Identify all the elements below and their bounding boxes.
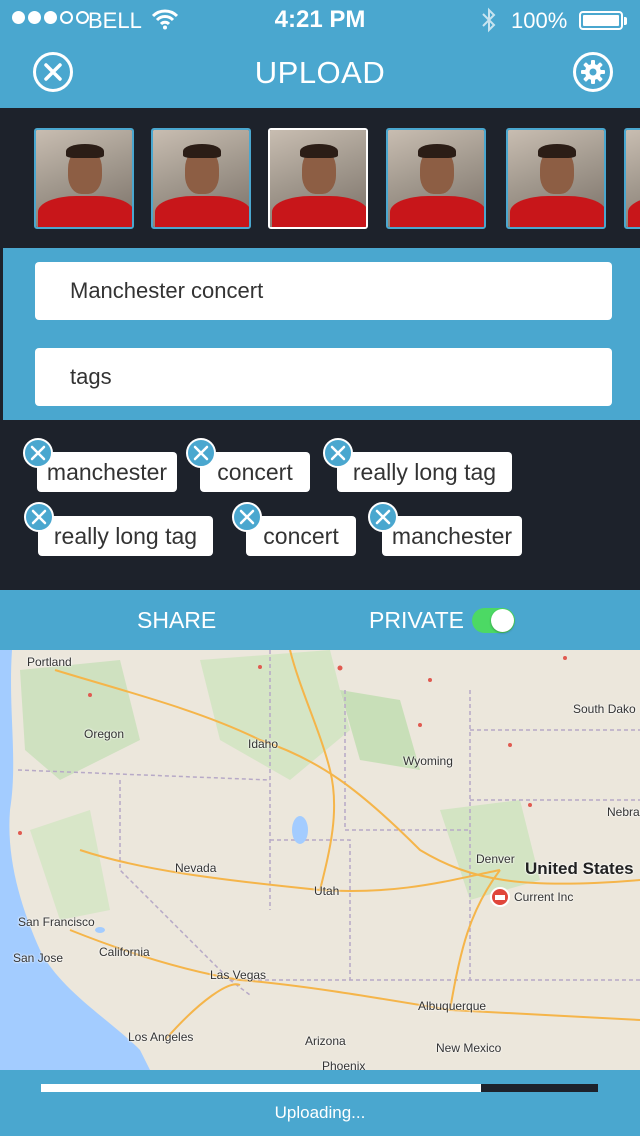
title-input[interactable] (35, 262, 612, 320)
bluetooth-icon (481, 7, 497, 38)
battery-percent: 100% (511, 8, 568, 33)
photo-thumbnail[interactable] (506, 128, 606, 229)
upload-status-bar: Uploading... (0, 1070, 640, 1136)
map-label: Idaho (248, 737, 279, 751)
upload-form (3, 248, 640, 420)
photo-thumbnail-selected[interactable] (268, 128, 368, 229)
map-label: South Dako (573, 702, 636, 716)
map-label: Phoenix (322, 1059, 366, 1070)
tag-chip[interactable]: concert (186, 438, 310, 492)
photo-thumbnail[interactable] (386, 128, 486, 229)
map-label: Los Angeles (128, 1030, 194, 1044)
upload-status-text: Uploading... (274, 1103, 366, 1122)
map-label: Arizona (305, 1034, 346, 1048)
remove-tag-icon[interactable] (232, 502, 262, 532)
thumbnail-strip[interactable] (0, 108, 640, 248)
tag-label: manchester (46, 459, 168, 485)
location-map[interactable]: Portland Oregon Idaho Wyoming South Dako… (0, 650, 640, 1070)
private-toggle[interactable] (472, 608, 515, 633)
map-label: Nebra (607, 805, 640, 819)
share-button[interactable]: SHARE (137, 607, 216, 634)
gear-icon[interactable] (573, 52, 613, 92)
tag-chip[interactable]: manchester (368, 502, 522, 556)
tag-chip[interactable]: concert (232, 502, 356, 556)
map-label: Denver (476, 852, 515, 866)
tags-input[interactable] (35, 348, 612, 406)
remove-tag-icon[interactable] (24, 502, 54, 532)
map-label: California (99, 945, 150, 959)
remove-tag-icon[interactable] (323, 438, 353, 468)
remove-tag-icon[interactable] (186, 438, 216, 468)
map-label: New Mexico (436, 1041, 502, 1055)
map-label: Albuquerque (418, 999, 487, 1013)
tag-label: really long tag (352, 459, 497, 485)
map-label: San Francisco (18, 915, 95, 929)
photo-thumbnail[interactable] (34, 128, 134, 229)
remove-tag-icon[interactable] (368, 502, 398, 532)
tag-label: manchester (391, 523, 513, 549)
map-label: San Jose (13, 951, 64, 965)
map-label: Oregon (84, 727, 125, 741)
share-bar: SHARE PRIVATE (0, 590, 640, 650)
tag-chip[interactable]: really long tag (24, 502, 213, 556)
tag-label: really long tag (53, 523, 198, 549)
current-location-label: Current Inc (514, 890, 574, 904)
tag-list: manchester concert really long tag reall… (0, 420, 640, 590)
map-label: Utah (314, 884, 340, 898)
tag-label: concert (217, 459, 293, 485)
tag-chip[interactable]: really long tag (323, 438, 512, 492)
remove-tag-icon[interactable] (23, 438, 53, 468)
photo-thumbnail[interactable] (624, 128, 640, 229)
upload-progress-bar (41, 1084, 598, 1092)
tag-chip[interactable]: manchester (23, 438, 177, 492)
status-bar: BELL 4:21 PM 100% (0, 0, 640, 40)
map-label: Wyoming (403, 754, 453, 768)
private-label: PRIVATE (369, 607, 464, 633)
map-label: Nevada (175, 861, 217, 875)
photo-thumbnail[interactable] (151, 128, 251, 229)
map-label: Portland (27, 655, 72, 669)
nav-bar: UPLOAD (0, 40, 640, 108)
tag-label: concert (263, 523, 339, 549)
battery-icon (579, 11, 627, 30)
map-label-country: United States (525, 859, 634, 878)
page-title: UPLOAD (254, 55, 386, 90)
map-label: Las Vegas (210, 968, 267, 982)
